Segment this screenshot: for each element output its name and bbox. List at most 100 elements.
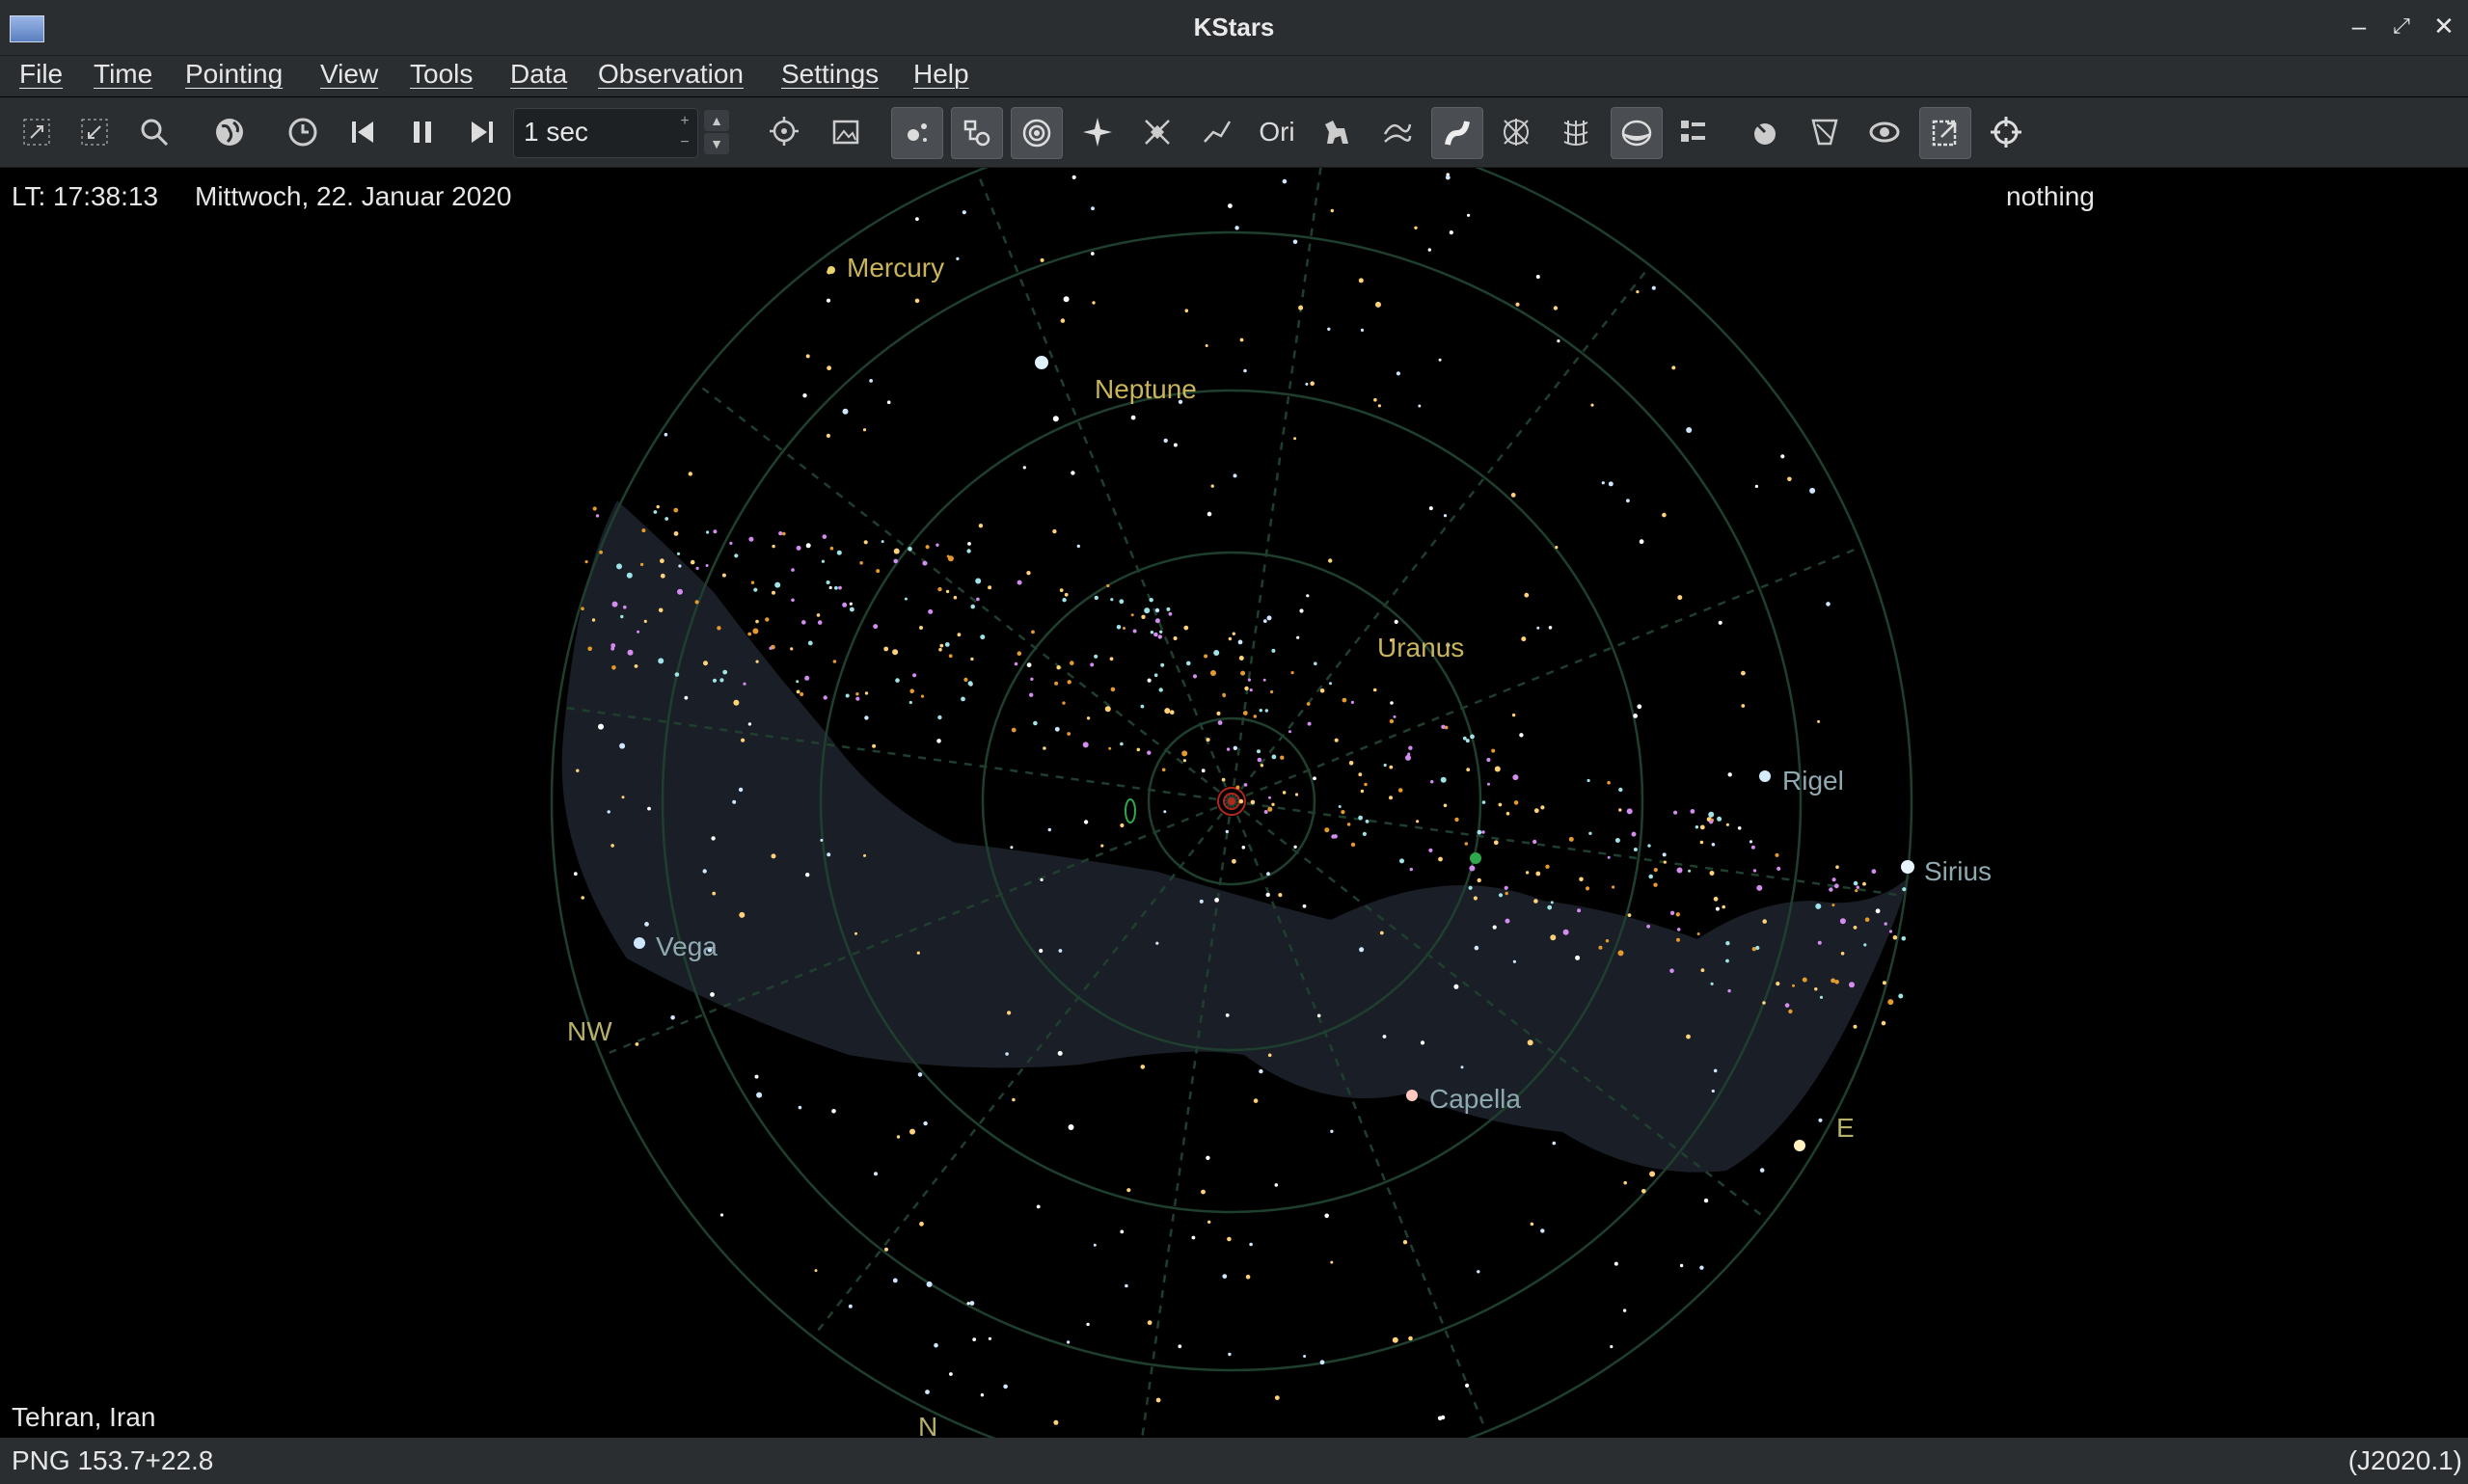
star — [573, 872, 578, 877]
search-icon[interactable] — [129, 107, 179, 157]
clock-icon[interactable] — [278, 107, 328, 157]
star — [1515, 302, 1520, 307]
star — [1327, 327, 1331, 331]
star — [1157, 634, 1163, 639]
star — [1147, 750, 1152, 755]
deep-sky-toggle-icon[interactable] — [951, 107, 1003, 159]
star — [1491, 748, 1496, 753]
crosshair-icon[interactable] — [760, 107, 810, 157]
step-forward-icon[interactable] — [457, 107, 507, 157]
sirius-label[interactable]: Sirius — [1924, 856, 1992, 887]
menu-help[interactable]: Help — [911, 59, 971, 90]
zoom-out-icon[interactable] — [69, 107, 120, 157]
star — [962, 210, 966, 215]
menu-tools[interactable]: Tools — [408, 59, 475, 90]
star — [1201, 769, 1206, 773]
star — [1901, 936, 1907, 941]
star — [1242, 711, 1248, 715]
star — [670, 1015, 675, 1020]
star — [855, 692, 859, 696]
star — [1227, 1236, 1232, 1242]
menu-pointing[interactable]: Pointing — [183, 59, 285, 90]
star — [917, 1072, 923, 1077]
telescope-fov-icon[interactable] — [1800, 107, 1850, 157]
star — [1486, 757, 1491, 763]
close-icon[interactable]: ✕ — [2430, 13, 2457, 40]
menu-view[interactable]: View — [318, 59, 380, 90]
menu-data[interactable]: Data — [508, 59, 569, 90]
spin-up-icon[interactable]: + — [676, 112, 693, 131]
horizontal-grid-icon[interactable] — [1551, 107, 1601, 157]
star — [1054, 681, 1059, 686]
azimuth-line — [1231, 799, 1912, 905]
maximize-icon[interactable]: ⤢ — [2388, 13, 2415, 40]
image-icon[interactable] — [822, 107, 872, 157]
export-icon[interactable] — [1919, 107, 1971, 159]
unit-down-icon[interactable]: ▼ — [704, 133, 729, 154]
constellation-names-icon[interactable]: Ori — [1252, 107, 1302, 157]
star — [850, 607, 854, 612]
star — [937, 586, 942, 592]
menu-time[interactable]: Time — [92, 59, 154, 90]
satellite-icon[interactable] — [1132, 107, 1182, 157]
constellation-art-icon[interactable] — [1312, 107, 1362, 157]
supernova-icon[interactable] — [1740, 107, 1790, 157]
star — [1067, 732, 1071, 736]
star — [1022, 466, 1026, 470]
star — [1222, 1274, 1228, 1279]
step-backward-icon[interactable] — [338, 107, 388, 157]
horizon-icon[interactable] — [1611, 107, 1663, 159]
star — [1725, 823, 1729, 826]
time-step-spinbox[interactable]: 1 sec + − — [513, 108, 698, 158]
minimize-icon[interactable]: – — [2346, 13, 2373, 40]
menu-settings[interactable]: Settings — [779, 59, 881, 90]
star — [904, 597, 908, 601]
sky-map[interactable]: LT: 17:38:13 Mittwoch, 22. Januar 2020 n… — [0, 168, 2468, 1438]
star — [1225, 829, 1230, 834]
unit-up-icon[interactable]: ▲ — [704, 110, 729, 131]
star — [796, 689, 800, 694]
rigel-label[interactable]: Rigel — [1782, 766, 1844, 796]
star — [1338, 805, 1342, 808]
star — [712, 891, 717, 896]
milky-way-icon[interactable] — [1431, 107, 1483, 159]
neptune-label[interactable]: Neptune — [1095, 374, 1197, 405]
star — [592, 506, 597, 511]
star — [796, 545, 801, 551]
star — [1290, 671, 1294, 675]
center-crosshair-icon[interactable] — [1981, 107, 2031, 157]
star — [1030, 677, 1034, 681]
stars-toggle-icon[interactable] — [891, 107, 943, 159]
equatorial-grid-icon[interactable] — [1491, 107, 1541, 157]
uranus-label[interactable]: Uranus — [1377, 633, 1464, 663]
star — [1445, 175, 1451, 180]
time-unit-spinner[interactable]: ▲ ▼ — [696, 108, 737, 156]
globe-icon[interactable] — [204, 107, 255, 157]
star — [796, 680, 800, 684]
sky-canvas[interactable] — [0, 168, 2468, 1438]
star — [842, 602, 848, 607]
solar-system-toggle-icon[interactable] — [1011, 107, 1063, 159]
constellation-lines-icon[interactable] — [1192, 107, 1242, 157]
star — [1068, 1124, 1074, 1130]
mercury-label[interactable]: Mercury — [847, 253, 944, 283]
star — [1130, 415, 1136, 420]
flags-icon[interactable] — [1668, 107, 1719, 157]
zoom-in-icon[interactable] — [12, 107, 62, 157]
star — [1040, 257, 1044, 262]
star — [1696, 932, 1700, 935]
star — [1393, 715, 1397, 718]
constellation-boundaries-icon[interactable] — [1371, 107, 1422, 157]
hips-icon[interactable] — [1859, 107, 1910, 157]
star-icon[interactable] — [1072, 107, 1123, 157]
menu-file[interactable]: File — [17, 59, 65, 90]
vega-label[interactable]: Vega — [656, 931, 718, 962]
capella-label[interactable]: Capella — [1429, 1084, 1521, 1115]
star — [925, 1390, 930, 1394]
star — [1505, 891, 1508, 896]
menu-observation[interactable]: Observation — [596, 59, 746, 90]
star — [1094, 654, 1098, 659]
pause-icon[interactable] — [397, 107, 447, 157]
star — [922, 560, 928, 566]
spin-down-icon[interactable]: − — [676, 133, 693, 152]
